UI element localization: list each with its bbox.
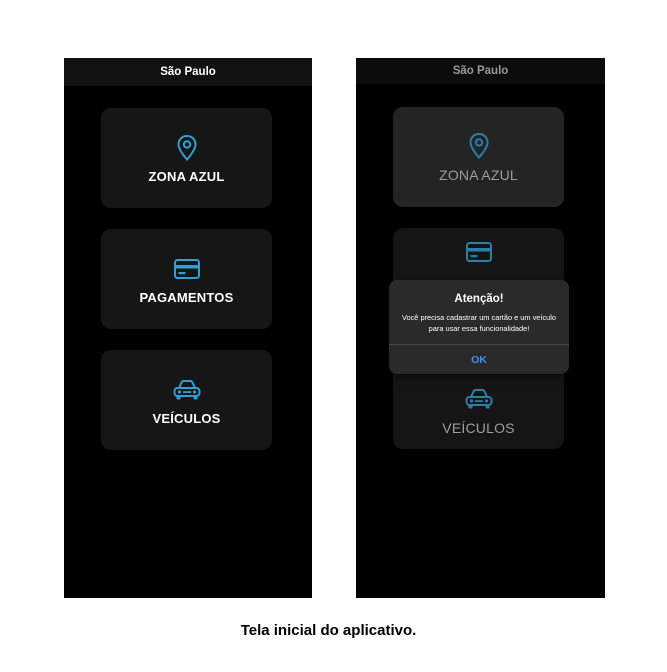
veiculos-button[interactable]: VEÍCULOS xyxy=(101,350,272,450)
ok-button[interactable]: OK xyxy=(389,345,569,374)
location-pin-icon xyxy=(468,131,490,161)
dialog-title: Atenção! xyxy=(454,293,504,305)
home-screen: São Paulo ZONA AZUL PAGAMENTOS VEÍCULOS xyxy=(64,58,312,598)
pagamentos-button[interactable]: PAGAMENTOS xyxy=(101,229,272,329)
city-header: São Paulo xyxy=(356,58,605,84)
city-title: São Paulo xyxy=(452,65,509,77)
car-icon xyxy=(464,384,494,414)
zona-azul-label: ZONA AZUL xyxy=(148,168,225,184)
home-screen-with-alert: São Paulo ZONA AZUL VEÍCULOS Atenção! Vo… xyxy=(356,58,605,598)
zona-azul-button[interactable]: ZONA AZUL xyxy=(101,108,272,208)
veiculos-label: VEÍCULOS xyxy=(152,410,221,426)
city-header: São Paulo xyxy=(64,58,312,86)
figure-caption: Tela inicial do aplicativo. xyxy=(240,622,417,639)
car-icon xyxy=(172,375,202,405)
zona-azul-label: ZONA AZUL xyxy=(439,167,518,183)
pagamentos-label: PAGAMENTOS xyxy=(139,289,234,305)
location-pin-icon xyxy=(176,133,198,163)
credit-card-icon xyxy=(173,254,201,284)
credit-card-icon xyxy=(465,237,493,267)
city-title: São Paulo xyxy=(160,66,216,78)
zona-azul-button[interactable]: ZONA AZUL xyxy=(393,107,564,207)
dialog-message: Você precisa cadastrar um cartão e um ve… xyxy=(401,313,557,333)
veiculos-label: VEÍCULOS xyxy=(442,420,515,436)
alert-dialog: Atenção! Você precisa cadastrar um cartã… xyxy=(389,280,569,374)
